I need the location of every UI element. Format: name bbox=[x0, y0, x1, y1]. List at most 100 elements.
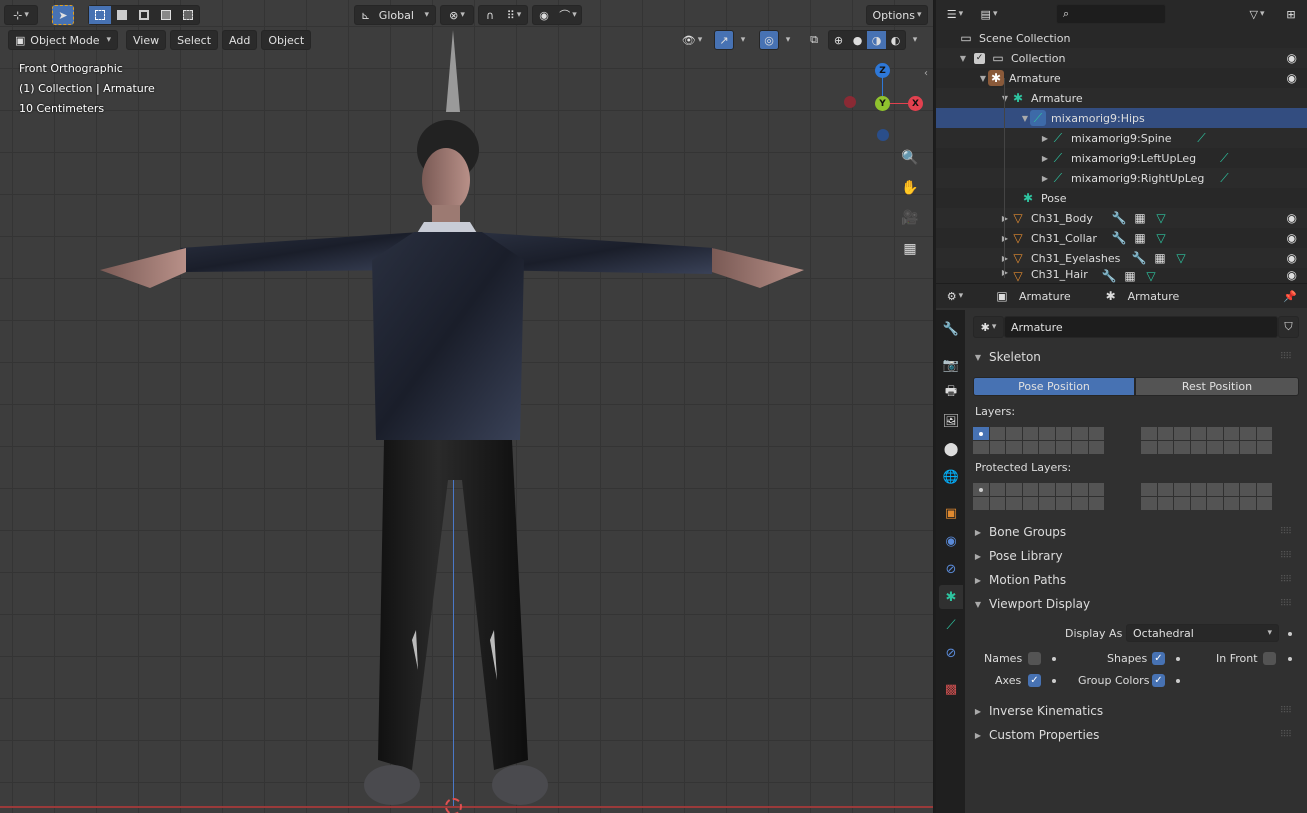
in-front-checkbox[interactable] bbox=[1263, 652, 1276, 665]
pin-icon[interactable]: 📌 bbox=[1283, 290, 1297, 303]
tab-world[interactable]: 🌐 bbox=[939, 465, 963, 489]
drag-handle-icon[interactable]: ⠿⠿ bbox=[1280, 527, 1292, 537]
viewport-display-panel-header[interactable]: ▼ Viewport Display ⠿⠿ bbox=[973, 593, 1299, 615]
properties-editor-type-button[interactable]: ⚙ ▾ bbox=[940, 286, 970, 306]
drag-handle-icon[interactable]: ⠿⠿ bbox=[1280, 352, 1292, 362]
tab-bone[interactable]: ⟋ bbox=[939, 613, 963, 637]
rest-position-button[interactable]: Rest Position bbox=[1135, 377, 1299, 396]
bone-groups-panel-header[interactable]: ▶ Bone Groups ⠿⠿ bbox=[973, 521, 1299, 543]
gizmo-neg-z-axis[interactable] bbox=[877, 129, 889, 141]
drag-handle-icon[interactable]: ⠿⠿ bbox=[1280, 706, 1292, 716]
gizmo-neg-x-axis[interactable] bbox=[844, 96, 856, 108]
outliner-row-scene-collection[interactable]: ▭ Scene Collection bbox=[936, 28, 1307, 48]
display-mode-dropdown[interactable]: ▤ ▾ bbox=[974, 4, 1004, 24]
zoom-view-button[interactable]: 🔍 bbox=[897, 145, 923, 171]
outliner-editor-type-button[interactable]: ☰ ▾ bbox=[940, 4, 970, 24]
display-as-dropdown[interactable]: Octahedral ▾ bbox=[1126, 624, 1279, 642]
keyframe-dot-icon[interactable] bbox=[1176, 679, 1180, 683]
expand-arrow-icon[interactable]: ▶ bbox=[1040, 134, 1050, 143]
expand-arrow-icon[interactable]: ▶ bbox=[1000, 254, 1010, 263]
keyframe-dot-icon[interactable] bbox=[1052, 679, 1056, 683]
inverse-kinematics-panel-header[interactable]: ▶ Inverse Kinematics ⠿⠿ bbox=[973, 700, 1299, 722]
expand-arrow-icon[interactable]: ▼ bbox=[1020, 114, 1030, 123]
outliner-label: Pose bbox=[1041, 191, 1067, 205]
outliner-row-spine[interactable]: ▶ ⟋ mixamorig9:Spine ⟋ bbox=[936, 128, 1307, 148]
outliner-row-ch31-body[interactable]: ▶ ▽ Ch31_Body 🔧 ▦ ▽ ◉ bbox=[936, 208, 1307, 228]
gizmo-y-axis[interactable]: Y bbox=[875, 96, 890, 111]
sidebar-toggle-icon[interactable]: ‹ bbox=[924, 68, 928, 79]
custom-properties-panel-header[interactable]: ▶ Custom Properties ⠿⠿ bbox=[973, 724, 1299, 746]
expand-arrow-icon[interactable]: ▶ bbox=[1000, 214, 1010, 223]
outliner-row-armature-data[interactable]: ▼ ✱ Armature bbox=[936, 88, 1307, 108]
axes-checkbox[interactable]: ✓ bbox=[1028, 674, 1041, 687]
keyframe-dot-icon[interactable] bbox=[1052, 657, 1056, 661]
expand-arrow-icon[interactable]: ▶ bbox=[1000, 234, 1010, 243]
toggle-perspective-button[interactable]: ▦ bbox=[897, 236, 923, 262]
tab-render[interactable]: 📷 bbox=[939, 353, 963, 377]
gizmo-z-axis[interactable]: Z bbox=[875, 63, 890, 78]
skeleton-panel-header[interactable]: ▼ Skeleton ⠿⠿ bbox=[973, 346, 1299, 368]
eye-icon[interactable]: ◉ bbox=[1287, 251, 1297, 265]
drag-handle-icon[interactable]: ⠿⠿ bbox=[1280, 551, 1292, 561]
expand-arrow-icon[interactable]: ▼ bbox=[1000, 94, 1010, 103]
tab-object[interactable]: ▣ bbox=[939, 501, 963, 525]
filter-dropdown[interactable]: ▽ ▾ bbox=[1242, 4, 1272, 24]
expand-arrow-icon[interactable]: ▶ bbox=[1040, 174, 1050, 183]
tab-physics[interactable]: ◉ bbox=[939, 529, 963, 553]
drag-handle-icon[interactable]: ⠿⠿ bbox=[1280, 575, 1292, 585]
outliner-row-ch31-collar[interactable]: ▶ ▽ Ch31_Collar 🔧 ▦ ▽ ◉ bbox=[936, 228, 1307, 248]
eye-icon[interactable]: ◉ bbox=[1287, 231, 1297, 245]
outliner-search-input[interactable]: ⌕ bbox=[1056, 4, 1166, 24]
tab-texture[interactable]: ▩ bbox=[939, 677, 963, 701]
drag-handle-icon[interactable]: ⠿⠿ bbox=[1280, 730, 1292, 740]
new-collection-button[interactable]: ⊞ bbox=[1280, 4, 1302, 24]
pose-position-button[interactable]: Pose Position bbox=[973, 377, 1135, 396]
keyframe-dot-icon[interactable] bbox=[1288, 632, 1292, 636]
shapes-checkbox[interactable]: ✓ bbox=[1152, 652, 1165, 665]
3d-viewport[interactable]: ⊹ ▾ ➤ ⊾ Global ▾ ⊗ ▾ ∩ ⠿ ▾ ◉ ⌒ ▾ Options ▾ ▣ … bbox=[0, 0, 934, 813]
group-colors-checkbox[interactable]: ✓ bbox=[1152, 674, 1165, 687]
protected-layers-grid-right[interactable] bbox=[1141, 483, 1272, 510]
expand-arrow-icon[interactable]: ▶ bbox=[1040, 154, 1050, 163]
outliner-row-pose[interactable]: ✱ Pose bbox=[936, 188, 1307, 208]
tab-output[interactable]: 🖶 bbox=[939, 381, 963, 405]
outliner-row-leftupleg[interactable]: ▶ ⟋ mixamorig9:LeftUpLeg ⟋ bbox=[936, 148, 1307, 168]
fake-user-button[interactable]: ⛉ bbox=[1278, 316, 1299, 338]
expand-arrow-icon[interactable]: ▼ bbox=[978, 74, 988, 83]
tab-tool[interactable]: 🔧 bbox=[939, 317, 963, 341]
outliner-row-armature-object[interactable]: ▼ ✱ Armature ◉ bbox=[936, 68, 1307, 88]
tab-view-layer[interactable]: 🖼 bbox=[939, 409, 963, 433]
eye-icon[interactable]: ◉ bbox=[1287, 268, 1297, 282]
pose-library-panel-header[interactable]: ▶ Pose Library ⠿⠿ bbox=[973, 545, 1299, 567]
protected-layers-grid-left[interactable] bbox=[973, 483, 1104, 510]
outliner-row-ch31-hair[interactable]: ▶ ▽ Ch31_Hair 🔧 ▦ ▽ ◉ bbox=[936, 268, 1307, 283]
tab-bone-constraints[interactable]: ⊘ bbox=[939, 641, 963, 665]
gizmo-x-axis[interactable]: X bbox=[908, 96, 923, 111]
vertex-groups-icon: ▦ bbox=[1134, 231, 1146, 245]
outliner-row-ch31-eyelashes[interactable]: ▶ ▽ Ch31_Eyelashes 🔧 ▦ ▽ ◉ bbox=[936, 248, 1307, 268]
layers-grid-left[interactable] bbox=[973, 427, 1104, 454]
character-model[interactable] bbox=[0, 0, 934, 813]
drag-handle-icon[interactable]: ⠿⠿ bbox=[1280, 599, 1292, 609]
outliner-row-rightupleg[interactable]: ▶ ⟋ mixamorig9:RightUpLeg ⟋ bbox=[936, 168, 1307, 188]
pan-view-button[interactable]: ✋ bbox=[897, 175, 923, 201]
expand-arrow-icon[interactable]: ▼ bbox=[958, 54, 968, 63]
eye-icon[interactable]: ◉ bbox=[1287, 211, 1297, 225]
layers-grid-right[interactable] bbox=[1141, 427, 1272, 454]
tab-constraints[interactable]: ⊘ bbox=[939, 557, 963, 581]
datablock-browse-button[interactable]: ✱ ▾ bbox=[973, 316, 1004, 338]
names-checkbox[interactable] bbox=[1028, 652, 1041, 665]
keyframe-dot-icon[interactable] bbox=[1176, 657, 1180, 661]
eye-icon[interactable]: ◉ bbox=[1287, 71, 1297, 85]
camera-view-button[interactable]: 🎥 bbox=[897, 205, 923, 231]
expand-arrow-icon[interactable]: ▶ bbox=[1000, 268, 1010, 277]
checkbox-icon[interactable]: ✓ bbox=[974, 52, 985, 64]
motion-paths-panel-header[interactable]: ▶ Motion Paths ⠿⠿ bbox=[973, 569, 1299, 591]
tab-scene[interactable]: ⬤ bbox=[939, 437, 963, 461]
eye-icon[interactable]: ◉ bbox=[1287, 51, 1297, 65]
keyframe-dot-icon[interactable] bbox=[1288, 657, 1292, 661]
datablock-name-input[interactable]: Armature bbox=[1004, 316, 1278, 338]
tab-armature-data[interactable]: ✱ bbox=[939, 585, 963, 609]
outliner-row-hips[interactable]: ▼ ⟋ mixamorig9:Hips bbox=[936, 108, 1307, 128]
outliner-row-collection[interactable]: ▼ ✓ ▭ Collection ◉ bbox=[936, 48, 1307, 68]
